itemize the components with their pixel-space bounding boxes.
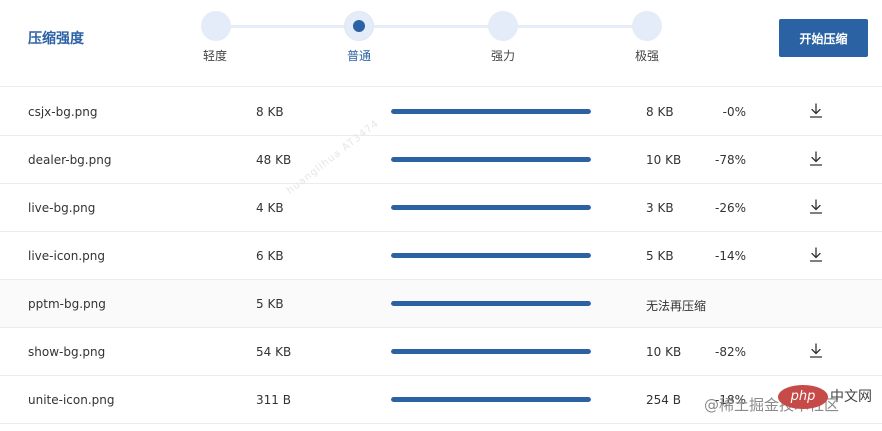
download-icon[interactable] — [808, 342, 824, 360]
php-logo-text: 中文网 — [830, 389, 872, 405]
file-name: csjx-bg.png — [28, 105, 98, 119]
compression-level-title: 压缩强度 — [28, 31, 84, 47]
progress-bar — [391, 205, 591, 210]
original-size: 8 KB — [256, 105, 284, 119]
progress-fill — [391, 109, 591, 114]
file-row: dealer-bg.png 48 KB 10 KB -78% — [0, 136, 882, 184]
compress-status: 无法再压缩 — [646, 299, 707, 313]
php-logo: php — [778, 385, 828, 409]
compression-header: 压缩强度 轻度 普通 强力 极强 开始压缩 — [0, 0, 882, 87]
progress-bar — [391, 157, 591, 162]
level-step-strong[interactable] — [488, 11, 518, 41]
progress-bar — [391, 349, 591, 354]
file-row: pptm-bg.png 5 KB 无法再压缩 — [0, 280, 882, 328]
level-selected-dot — [353, 20, 365, 32]
progress-fill — [391, 253, 591, 258]
progress-fill — [391, 349, 591, 354]
original-size: 6 KB — [256, 249, 284, 263]
file-row: csjx-bg.png 8 KB 8 KB -0% — [0, 88, 882, 136]
progress-bar — [391, 301, 591, 306]
compression-ratio: -14% — [714, 249, 746, 263]
original-size: 54 KB — [256, 345, 292, 359]
file-row: show-bg.png 54 KB 10 KB -82% — [0, 328, 882, 376]
original-size: 4 KB — [256, 201, 284, 215]
progress-fill — [391, 205, 591, 210]
file-name: live-icon.png — [28, 249, 106, 263]
compressed-size: 3 KB — [646, 201, 674, 215]
file-name: live-bg.png — [28, 201, 96, 215]
compressed-size: 8 KB — [646, 105, 674, 119]
file-list: csjx-bg.png 8 KB 8 KB -0% dealer-bg.png 48 KB… — [0, 88, 882, 424]
progress-bar — [391, 253, 591, 258]
level-step-extreme[interactable] — [632, 11, 662, 41]
compressed-size: 254 B — [646, 393, 681, 407]
compression-ratio: -0% — [722, 105, 746, 119]
compressed-size: 5 KB — [646, 249, 674, 263]
original-size: 5 KB — [256, 297, 284, 311]
compression-ratio: -26% — [714, 201, 746, 215]
level-label-extreme[interactable]: 极强 — [627, 47, 667, 64]
compressed-size: 10 KB — [646, 153, 682, 167]
file-name: unite-icon.png — [28, 393, 115, 407]
level-label-light[interactable]: 轻度 — [195, 47, 235, 64]
file-name: show-bg.png — [28, 345, 106, 359]
compression-ratio: -82% — [714, 345, 746, 359]
file-row: live-icon.png 6 KB 5 KB -14% — [0, 232, 882, 280]
file-row: live-bg.png 4 KB 3 KB -26% — [0, 184, 882, 232]
level-step-normal[interactable] — [344, 11, 374, 41]
download-icon[interactable] — [808, 102, 824, 120]
level-label-strong[interactable]: 强力 — [483, 47, 523, 64]
compression-ratio: -78% — [714, 153, 746, 167]
level-label-normal[interactable]: 普通 — [339, 47, 379, 64]
level-step-light[interactable] — [201, 11, 231, 41]
file-name: pptm-bg.png — [28, 297, 106, 311]
start-compress-button[interactable]: 开始压缩 — [779, 19, 868, 57]
progress-fill — [391, 301, 591, 306]
progress-fill — [391, 157, 591, 162]
progress-fill — [391, 397, 591, 402]
download-icon[interactable] — [808, 246, 824, 264]
original-size: 311 B — [256, 393, 291, 407]
progress-bar — [391, 109, 591, 114]
download-icon[interactable] — [808, 198, 824, 216]
level-slider-track[interactable] — [215, 25, 646, 28]
compressed-size: 10 KB — [646, 345, 682, 359]
file-name: dealer-bg.png — [28, 153, 112, 167]
download-icon[interactable] — [808, 150, 824, 168]
original-size: 48 KB — [256, 153, 292, 167]
progress-bar — [391, 397, 591, 402]
